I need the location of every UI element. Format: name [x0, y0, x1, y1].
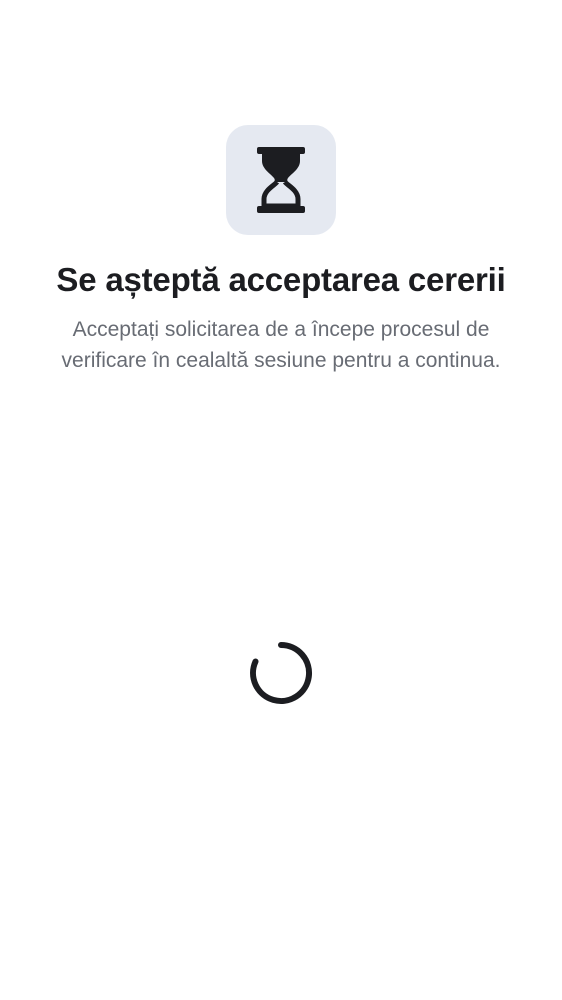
- hourglass-icon-tile: [226, 125, 336, 235]
- hourglass-icon: [257, 147, 305, 213]
- loading-spinner: [249, 641, 313, 705]
- status-description: Acceptați solicitarea de a începe proces…: [61, 318, 501, 372]
- waiting-screen: Se așteptă acceptarea cererii Acceptați …: [0, 0, 562, 1000]
- page-title: Se așteptă acceptarea cererii: [56, 261, 506, 298]
- loading-spinner-icon: [250, 642, 313, 704]
